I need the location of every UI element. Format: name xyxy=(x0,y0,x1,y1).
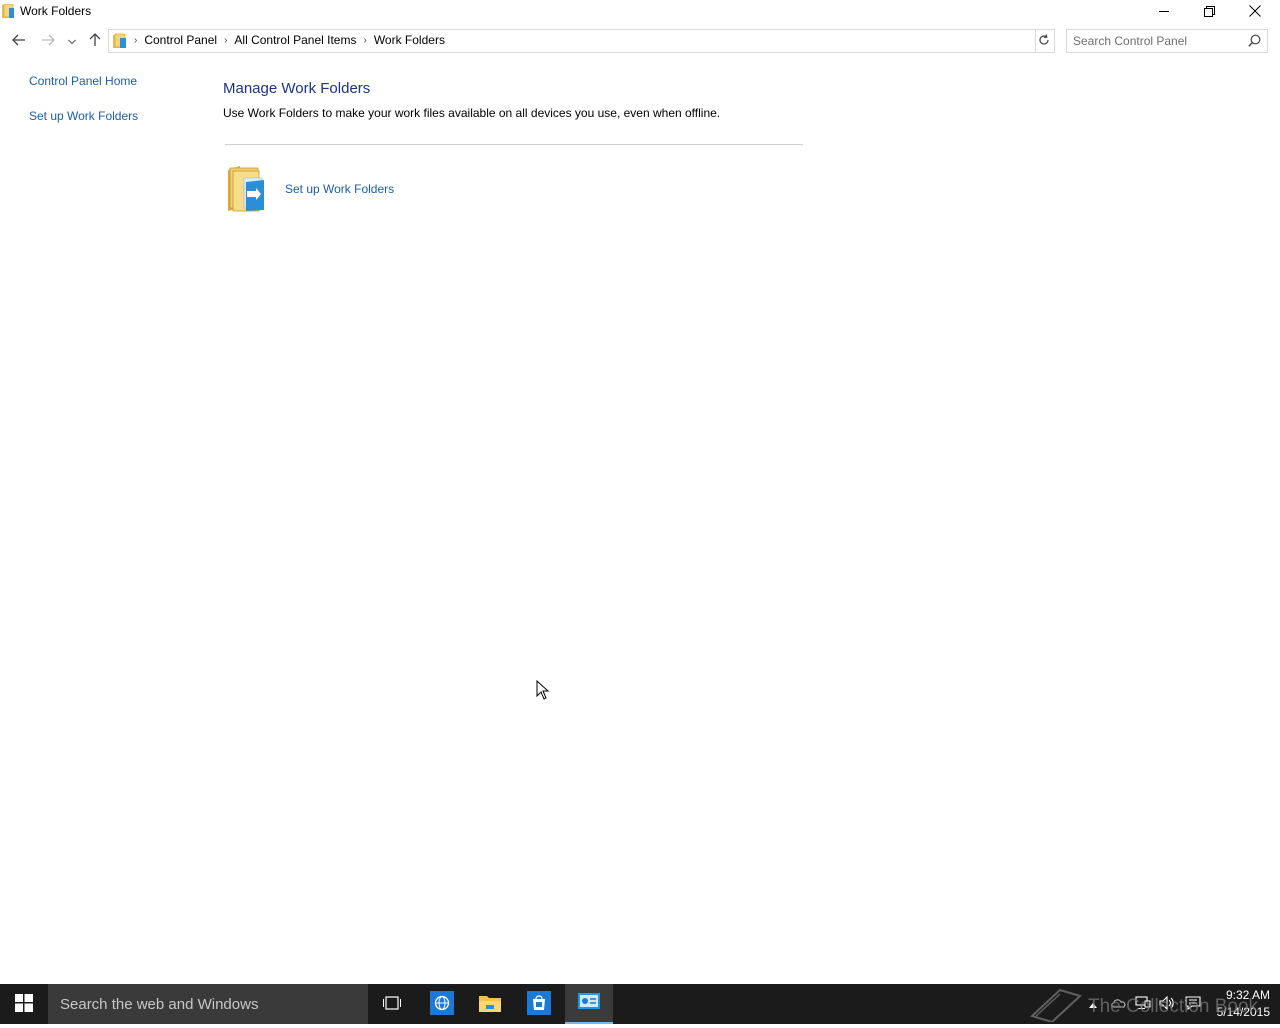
page-title: Manage Work Folders xyxy=(223,80,371,97)
breadcrumb: › Control Panel › All Control Panel Item… xyxy=(133,33,451,47)
store-icon xyxy=(527,990,551,1018)
windows-logo-icon xyxy=(15,993,33,1015)
book-icon xyxy=(1030,986,1082,1028)
set-up-work-folders-link[interactable]: Set up Work Folders xyxy=(285,182,394,196)
back-button[interactable] xyxy=(9,32,29,50)
up-button[interactable] xyxy=(85,32,105,50)
divider xyxy=(225,144,803,145)
close-icon xyxy=(1249,5,1261,17)
refresh-icon xyxy=(1038,33,1050,49)
close-button[interactable] xyxy=(1232,0,1278,22)
sidebar-item-control-panel-home[interactable]: Control Panel Home xyxy=(29,74,199,88)
main-content: Manage Work Folders Use Work Folders to … xyxy=(223,80,803,120)
window-title: Work Folders xyxy=(20,4,92,18)
work-folders-icon xyxy=(2,3,16,18)
forward-button[interactable] xyxy=(38,32,58,50)
work-folders-icon xyxy=(226,164,272,217)
task-view-button[interactable] xyxy=(368,984,416,1024)
watermark: The Collection Book xyxy=(1030,986,1258,1028)
mouse-pointer-icon xyxy=(536,679,550,703)
taskbar-search-input[interactable] xyxy=(60,995,360,1013)
taskbar-app-browser[interactable] xyxy=(418,984,466,1024)
recent-locations-button[interactable] xyxy=(62,32,82,50)
globe-icon xyxy=(430,990,454,1018)
refresh-button[interactable] xyxy=(1034,29,1055,53)
restore-icon xyxy=(1203,5,1215,17)
back-arrow-icon xyxy=(12,34,26,49)
navigation-bar: › Control Panel › All Control Panel Item… xyxy=(0,28,1280,54)
start-button[interactable] xyxy=(0,984,48,1024)
page-description: Use Work Folders to make your work files… xyxy=(223,106,721,120)
taskbar-search-box[interactable] xyxy=(48,984,368,1024)
title-bar: Work Folders xyxy=(0,0,1280,24)
taskbar-app-file-explorer[interactable] xyxy=(466,984,514,1024)
breadcrumb-all-control-panel-items[interactable]: All Control Panel Items xyxy=(228,33,362,47)
work-folders-icon xyxy=(112,33,128,49)
folder-icon xyxy=(478,993,502,1016)
forward-arrow-icon xyxy=(41,34,55,49)
taskbar-app-store[interactable] xyxy=(515,984,563,1024)
search-box[interactable] xyxy=(1066,29,1268,53)
control-panel-icon xyxy=(577,992,601,1015)
address-bar[interactable]: › Control Panel › All Control Panel Item… xyxy=(108,29,1137,53)
taskbar-app-control-panel[interactable] xyxy=(565,984,613,1024)
search-input[interactable] xyxy=(1073,33,1241,49)
breadcrumb-control-panel[interactable]: Control Panel xyxy=(138,33,223,47)
search-icon[interactable] xyxy=(1248,34,1261,50)
breadcrumb-work-folders[interactable]: Work Folders xyxy=(368,33,451,47)
chevron-down-icon xyxy=(68,34,76,48)
setup-task-icon-container[interactable] xyxy=(226,164,272,217)
left-navigation-pane: Control Panel Home Set up Work Folders xyxy=(29,74,199,144)
task-view-icon xyxy=(383,995,401,1013)
minimize-icon xyxy=(1159,6,1169,16)
up-arrow-icon xyxy=(89,32,101,50)
watermark-text: The Collection Book xyxy=(1088,996,1259,1018)
restore-button[interactable] xyxy=(1186,0,1232,22)
sidebar-item-set-up-work-folders[interactable]: Set up Work Folders xyxy=(29,109,199,123)
minimize-button[interactable] xyxy=(1141,0,1187,22)
